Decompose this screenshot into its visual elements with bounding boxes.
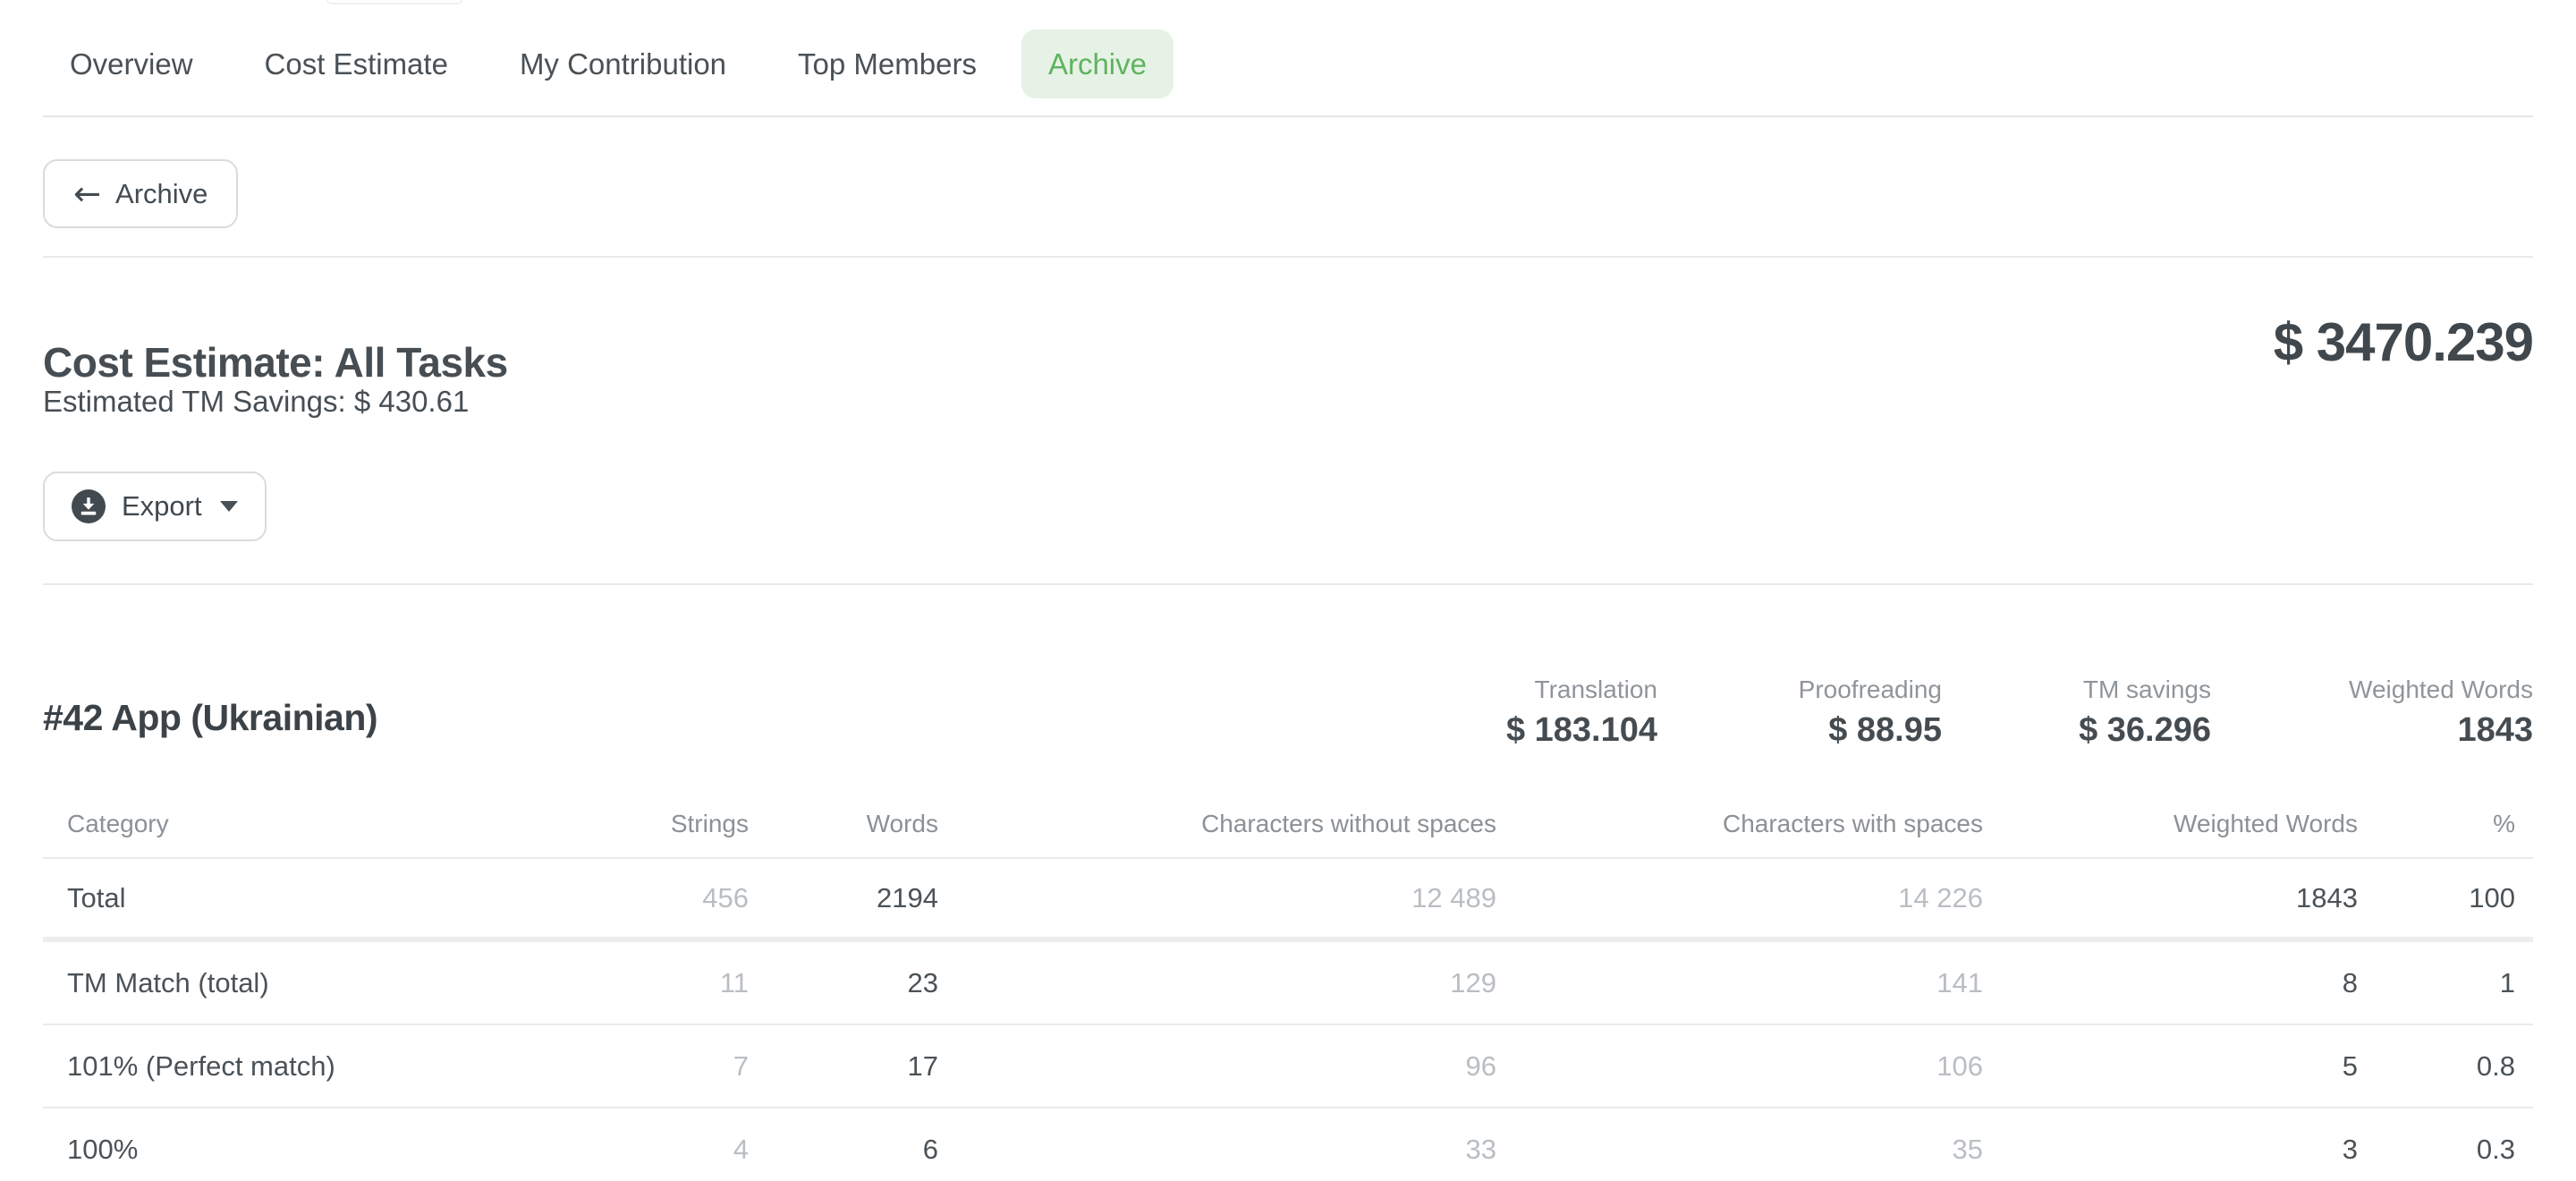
cell-words: 17 [749, 1024, 938, 1108]
table-header-row: Category Strings Words Characters withou… [43, 791, 2533, 858]
tab-archive[interactable]: Archive [1021, 30, 1174, 98]
table-row: 101% (Perfect match) 7 17 96 106 5 0.8 [43, 1024, 2533, 1108]
col-header-words: Words [749, 791, 938, 858]
export-button[interactable]: Export [43, 472, 267, 541]
col-header-chars-with-spaces: Characters with spaces [1496, 791, 1983, 858]
cell-category: 101% (Perfect match) [43, 1024, 544, 1108]
back-to-archive-button[interactable]: ← Archive [43, 159, 238, 228]
stat-weighted-words: Weighted Words 1843 [2349, 675, 2533, 750]
stat-translation: Translation $ 183.104 [1506, 675, 1657, 750]
export-button-label: Export [122, 490, 202, 523]
cost-estimate-page: Overview Cost Estimate My Contribution Top … [0, 0, 2576, 1181]
stat-value: $ 36.296 [2079, 711, 2211, 750]
download-circle-icon [72, 489, 106, 523]
cell-strings: 7 [544, 1024, 749, 1108]
project-title: #42 App (Ukrainian) [43, 697, 377, 739]
stat-label: Translation [1506, 675, 1657, 704]
cell-weighted-words: 5 [1983, 1024, 2358, 1108]
tab-label: Overview [70, 47, 193, 81]
cell-chars-with-spaces: 106 [1496, 1024, 1983, 1108]
cutoff-popover-edge [326, 0, 462, 4]
tab-label: Archive [1048, 47, 1147, 81]
tab-top-members[interactable]: Top Members [771, 30, 1004, 98]
cost-breakdown-table: Category Strings Words Characters withou… [43, 791, 2533, 1181]
tab-cost-estimate[interactable]: Cost Estimate [238, 30, 475, 98]
cell-chars-without-spaces: 96 [938, 1024, 1496, 1108]
cell-chars-without-spaces: 33 [938, 1108, 1496, 1181]
cell-strings: 11 [544, 939, 749, 1024]
tabs-divider [43, 115, 2533, 117]
tab-my-contribution[interactable]: My Contribution [493, 30, 753, 98]
cell-words: 23 [749, 939, 938, 1024]
stat-label: Weighted Words [2349, 675, 2533, 704]
cell-percent: 1 [2358, 939, 2533, 1024]
col-header-weighted-words: Weighted Words [1983, 791, 2358, 858]
cell-percent: 0.8 [2358, 1024, 2533, 1108]
col-header-strings: Strings [544, 791, 749, 858]
stat-label: TM savings [2079, 675, 2211, 704]
cell-chars-without-spaces: 12 489 [938, 858, 1496, 939]
tab-label: Cost Estimate [265, 47, 448, 81]
cell-category: Total [43, 858, 544, 939]
stat-proofreading: Proofreading $ 88.95 [1799, 675, 1942, 750]
col-header-percent: % [2358, 791, 2533, 858]
tab-label: Top Members [798, 47, 977, 81]
table-body: Total 456 2194 12 489 14 226 1843 100 TM… [43, 858, 2533, 1181]
stat-value: $ 88.95 [1799, 711, 1942, 750]
cell-weighted-words: 8 [1983, 939, 2358, 1024]
cell-words: 6 [749, 1108, 938, 1181]
tabs: Overview Cost Estimate My Contribution Top … [43, 30, 1174, 98]
tm-savings-line: Estimated TM Savings: $ 430.61 [43, 385, 469, 419]
cell-chars-without-spaces: 129 [938, 939, 1496, 1024]
cell-category: TM Match (total) [43, 939, 544, 1024]
cell-percent: 0.3 [2358, 1108, 2533, 1181]
section-divider-2 [43, 583, 2533, 585]
project-summary: #42 App (Ukrainian) Translation $ 183.10… [43, 675, 2533, 774]
back-button-label: Archive [115, 178, 208, 210]
table-row: Total 456 2194 12 489 14 226 1843 100 [43, 858, 2533, 939]
stat-value: 1843 [2349, 711, 2533, 750]
table-row: TM Match (total) 11 23 129 141 8 1 [43, 939, 2533, 1024]
cell-percent: 100 [2358, 858, 2533, 939]
tab-label: My Contribution [520, 47, 726, 81]
stat-label: Proofreading [1799, 675, 1942, 704]
cell-weighted-words: 1843 [1983, 858, 2358, 939]
cell-strings: 4 [544, 1108, 749, 1181]
cell-chars-with-spaces: 14 226 [1496, 858, 1983, 939]
col-header-category: Category [43, 791, 544, 858]
page-title: Cost Estimate: All Tasks [43, 338, 508, 387]
stat-value: $ 183.104 [1506, 711, 1657, 750]
cell-weighted-words: 3 [1983, 1108, 2358, 1181]
section-divider [43, 256, 2533, 258]
total-cost-value: $ 3470.239 [2274, 311, 2533, 373]
cell-category: 100% [43, 1108, 544, 1181]
stat-tm-savings: TM savings $ 36.296 [2079, 675, 2211, 750]
table-row: 100% 4 6 33 35 3 0.3 [43, 1108, 2533, 1181]
col-header-chars-without-spaces: Characters without spaces [938, 791, 1496, 858]
caret-down-icon [220, 501, 238, 512]
cell-chars-with-spaces: 35 [1496, 1108, 1983, 1181]
cell-strings: 456 [544, 858, 749, 939]
arrow-left-icon: ← [73, 177, 101, 210]
cell-words: 2194 [749, 858, 938, 939]
tab-overview[interactable]: Overview [43, 30, 220, 98]
cell-chars-with-spaces: 141 [1496, 939, 1983, 1024]
